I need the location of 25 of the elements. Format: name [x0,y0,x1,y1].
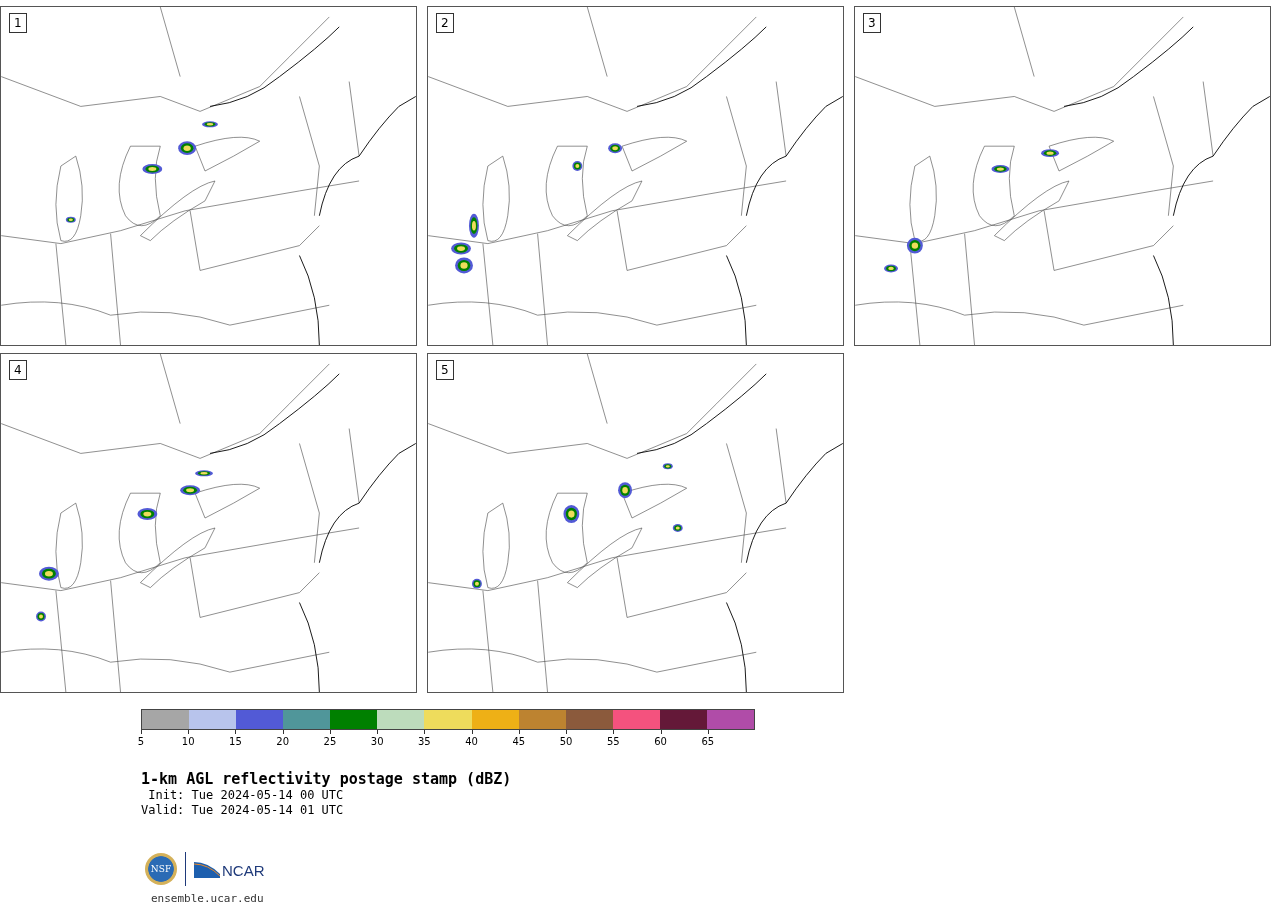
website-url: ensemble.ucar.edu [151,892,265,905]
ncar-logo-text: NCAR [222,863,265,878]
tick-label: 10 [181,736,195,747]
tick-label: 25 [323,736,337,747]
tick-label: 50 [559,736,573,747]
tick-label: 20 [276,736,290,747]
panel-number: 5 [436,360,454,380]
tick-label: 40 [465,736,478,747]
tick-label: 65 [701,736,715,747]
tick-label: 60 [654,736,667,747]
panel-number: 4 [9,360,27,380]
tick-label: 55 [606,736,620,747]
tick-label: 35 [418,736,431,747]
chart-title: 1-km AGL reflectivity postage stamp (dBZ) [141,770,513,788]
panel-number: 2 [436,13,454,33]
valid-time: Valid: Tue 2024-05-14 01 UTC [141,803,345,818]
swoosh-icon [194,860,220,878]
nsf-logo: NSF [145,853,177,885]
init-time: Init: Tue 2024-05-14 00 UTC [147,788,345,803]
tick-label: 15 [229,736,242,747]
tick-label: 30 [370,736,384,747]
tick-label: 5 [137,736,145,747]
panel-number: 1 [9,13,27,33]
tick-label: 45 [512,736,526,747]
panel-number: 3 [863,13,881,33]
